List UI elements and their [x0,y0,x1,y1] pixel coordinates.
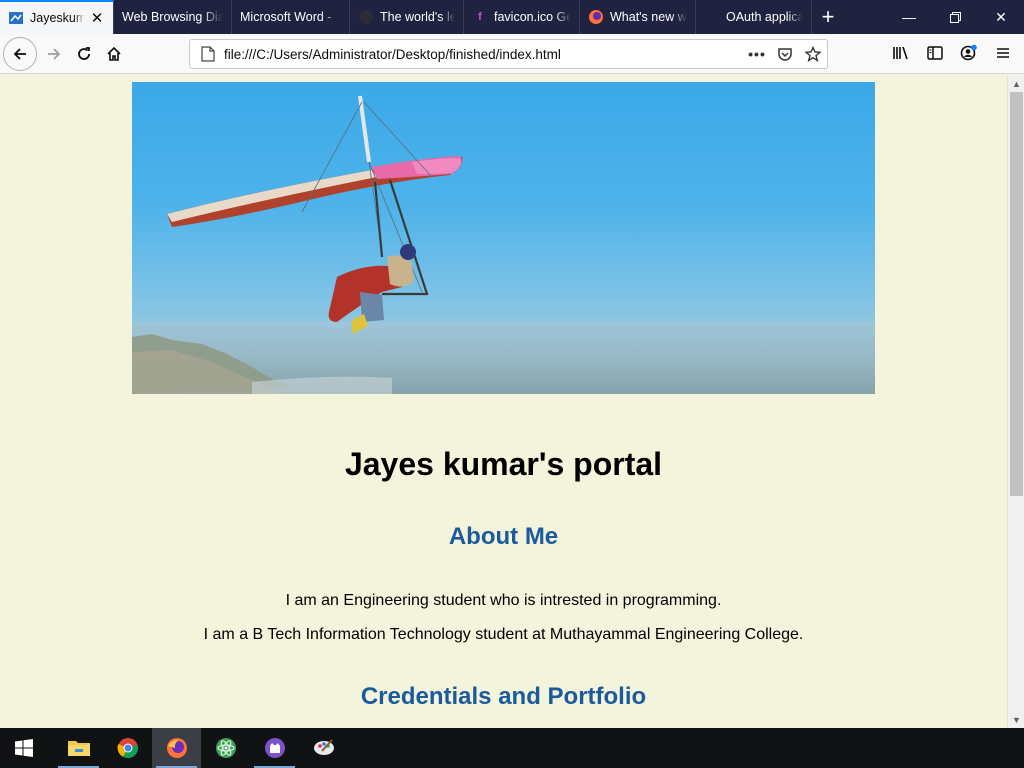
tab-label: favicon.ico Generator [494,10,571,24]
minimize-icon[interactable]: — [886,0,932,34]
url-text[interactable]: file:///C:/Users/Administrator/Desktop/f… [220,47,743,62]
tab-label: Jayeskumar's portal [30,11,85,25]
close-window-icon[interactable]: ✕ [978,0,1024,34]
tab-favicon-generator[interactable]: f favicon.ico Generator [464,0,580,34]
account-icon [960,44,977,61]
scroll-down-icon[interactable]: ▼ [1008,711,1024,728]
windows-taskbar [0,728,1024,768]
pocket-icon[interactable] [771,46,799,62]
page-icon [196,46,220,62]
vertical-scrollbar[interactable]: ▲ ▼ [1007,75,1024,728]
taskbar-paint[interactable] [299,728,348,768]
library-button[interactable] [884,38,918,68]
back-button[interactable] [3,36,37,71]
restore-icon[interactable] [932,0,978,34]
taskbar-firefox[interactable] [152,728,201,768]
window-controls: — ✕ [886,0,1024,34]
tab-label: Microsoft Word - [240,10,332,24]
menu-button[interactable] [986,38,1020,68]
github-desktop-icon [264,738,285,758]
scroll-up-icon[interactable]: ▲ [1008,75,1024,92]
bookmark-star-icon[interactable] [799,46,827,62]
about-me-heading: About Me [448,523,559,550]
taskbar-file-explorer[interactable] [54,728,103,768]
arrow-right-icon [48,47,61,60]
new-tab-button[interactable]: + [812,0,844,34]
paint-icon [313,739,334,755]
about-line-1: I am an Engineering student who is intre… [285,592,722,609]
page-actions-icon[interactable]: ••• [743,46,771,62]
windows-start-icon [15,739,33,757]
tab-label: Web Browsing Diagram [122,10,223,24]
address-bar[interactable]: file:///C:/Users/Administrator/Desktop/f… [189,39,828,69]
account-button[interactable] [952,38,986,68]
hamburger-menu-icon [997,48,1009,58]
hang-glider-illustration [132,95,875,394]
tab-github[interactable]: The world's leading [350,0,464,34]
arrow-left-icon [13,47,26,60]
close-tab-icon[interactable]: ✕ [89,10,105,27]
tab-oauth-applications[interactable]: OAuth applications [696,0,812,34]
about-line-2: I am a B Tech Information Technology stu… [203,626,804,643]
favicon-generator-icon: f [478,11,482,23]
firefox-icon [588,9,604,25]
forward-button[interactable] [39,39,69,69]
library-icon [893,46,908,60]
navigation-toolbar: file:///C:/Users/Administrator/Desktop/f… [0,34,1024,74]
home-button[interactable] [99,39,129,69]
github-icon [358,9,374,25]
tab-label: What's new with [610,10,687,24]
windows-start-button[interactable] [0,728,48,768]
tab-label: OAuth applications [726,10,803,24]
home-icon [107,46,121,61]
document-blue-icon [8,10,24,26]
firefox-icon [166,738,187,758]
chrome-icon [117,738,138,759]
credentials-heading: Credentials and Portfolio [360,683,647,710]
page-viewport: Jayes kumar's portal About Me I am an En… [0,75,1024,728]
scrollbar-thumb[interactable] [1010,92,1023,496]
reload-button[interactable] [69,39,99,69]
tab-jayeskumar-portal[interactable]: Jayeskumar's portal ✕ [0,0,114,34]
sidebar-icon [927,46,943,60]
atom-icon [215,738,236,758]
tab-microsoft-word[interactable]: Microsoft Word - [232,0,350,34]
page-title: Jayes kumar's portal [344,446,663,482]
tab-web-browsing-diagram[interactable]: Web Browsing Diagram [114,0,232,34]
taskbar-chrome[interactable] [103,728,152,768]
tab-label: The world's leading [380,10,455,24]
taskbar-github-desktop[interactable] [250,728,299,768]
reload-icon [78,46,90,60]
taskbar-atom[interactable] [201,728,250,768]
hang-glider-photo [132,82,875,394]
tab-whats-new[interactable]: What's new with [580,0,696,34]
tab-strip: Jayeskumar's portal ✕ Web Browsing Diagr… [0,0,1024,34]
sidebar-button[interactable] [918,38,952,68]
file-explorer-icon [67,741,90,756]
